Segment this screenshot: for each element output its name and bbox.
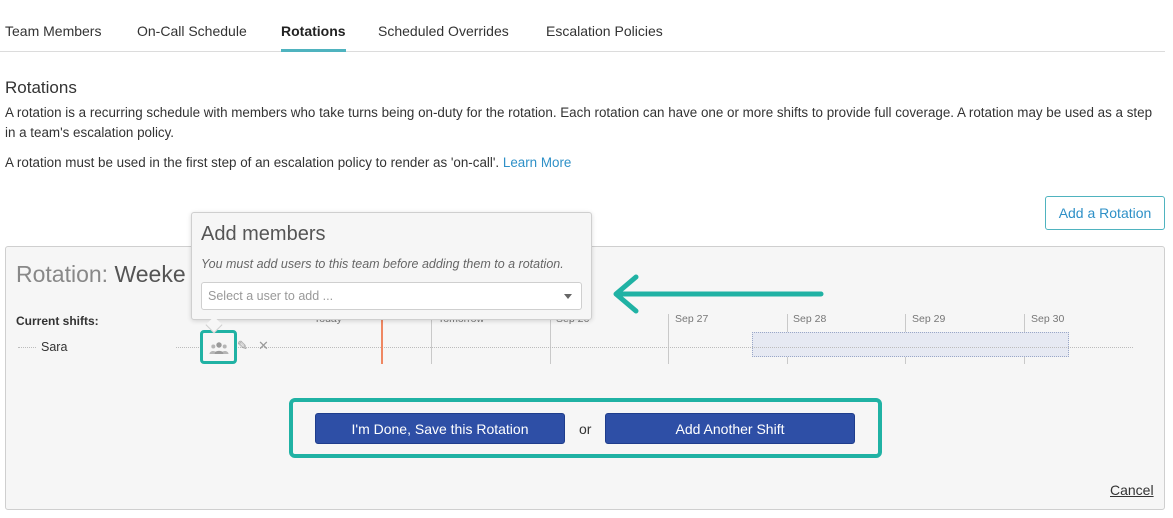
shift-member-name: Sara [41, 340, 68, 354]
popover-title: Add members [201, 223, 326, 245]
people-icon [209, 342, 229, 354]
save-rotation-button[interactable]: I'm Done, Save this Rotation [315, 413, 565, 444]
shift-row-dotted-line [176, 347, 1133, 348]
add-members-button[interactable] [200, 330, 237, 364]
tab-scheduled-overrides[interactable]: Scheduled Overrides [378, 23, 509, 39]
tab-escalation-policies[interactable]: Escalation Policies [546, 23, 663, 39]
pencil-icon[interactable]: ✎ [237, 338, 248, 354]
tab-bar: Team Members On-Call Schedule Rotations … [0, 0, 1165, 52]
popover-subtitle: You must add users to this team before a… [201, 257, 564, 271]
section-note: A rotation must be used in the first ste… [5, 155, 571, 170]
current-shifts-label: Current shifts: [16, 314, 99, 328]
rotation-title-prefix: Rotation: [16, 261, 109, 287]
or-separator: or [579, 421, 592, 437]
timeline-gridline [550, 318, 551, 364]
add-rotation-button[interactable]: Add a Rotation [1045, 196, 1165, 230]
learn-more-link[interactable]: Learn More [503, 155, 571, 170]
cancel-link[interactable]: Cancel [1110, 482, 1154, 498]
section-description: A rotation is a recurring schedule with … [5, 105, 1153, 140]
today-marker [381, 318, 383, 364]
close-icon[interactable]: ✕ [258, 338, 269, 354]
rotation-title: Rotation: Weeke [16, 261, 186, 288]
shift-row-leader [18, 347, 36, 348]
timeline-gridline [431, 318, 432, 364]
timeline-label-sep-29: Sep 29 [912, 313, 946, 325]
section-title: Rotations [5, 78, 77, 97]
tab-rotations[interactable]: Rotations [281, 23, 346, 39]
shift-block[interactable] [752, 332, 1069, 357]
rotation-name: Weeke [114, 261, 186, 287]
active-tab-indicator [281, 49, 346, 52]
timeline-label-sep-30: Sep 30 [1031, 313, 1065, 325]
chevron-down-icon [564, 294, 572, 299]
tab-on-call-schedule[interactable]: On-Call Schedule [137, 23, 247, 39]
section-note-text: A rotation must be used in the first ste… [5, 155, 500, 170]
user-select-placeholder: Select a user to add ... [208, 289, 334, 303]
add-another-shift-button[interactable]: Add Another Shift [605, 413, 855, 444]
user-select[interactable]: Select a user to add ... [201, 282, 582, 310]
annotation-arrow-icon [613, 274, 824, 314]
tab-team-members[interactable]: Team Members [5, 23, 101, 39]
timeline-gridline [668, 314, 669, 364]
